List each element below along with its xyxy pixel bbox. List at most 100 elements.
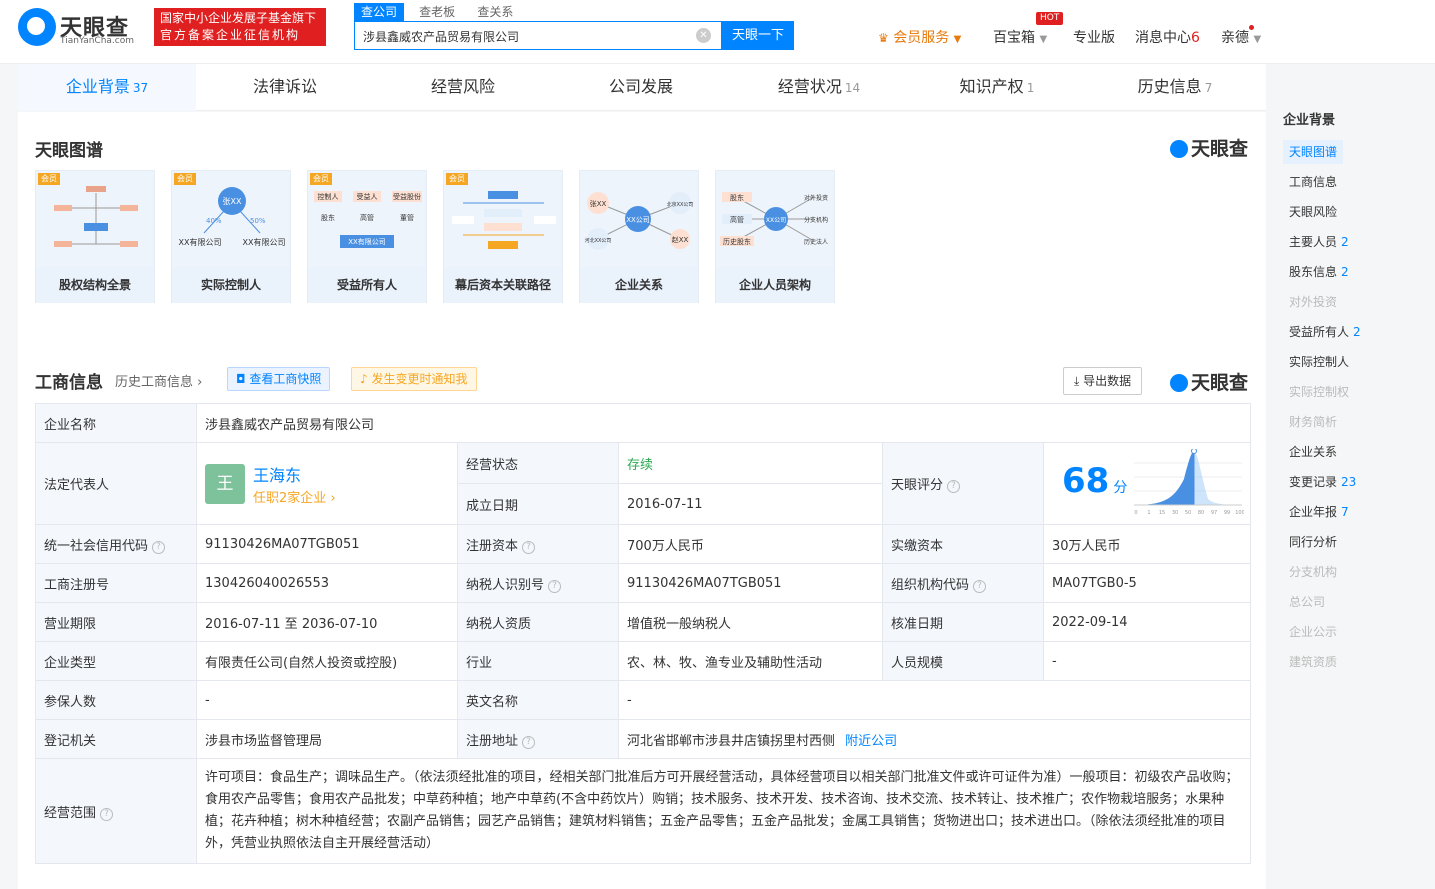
sidebar-item: 分支机构 bbox=[1283, 560, 1343, 584]
score-tick-label: 100 bbox=[1235, 510, 1244, 516]
scope-label-cell: 经营范围? bbox=[35, 758, 197, 864]
treasure-box-label: 百宝箱 bbox=[993, 30, 1035, 46]
history-biz-info-link[interactable]: 历史工商信息 › bbox=[115, 371, 202, 390]
node-label: 历史法人 bbox=[804, 238, 828, 246]
node-label: XX有限公司 bbox=[243, 237, 286, 247]
export-data-button[interactable]: ⤓ 导出数据 bbox=[1063, 367, 1143, 395]
help-icon[interactable]: ? bbox=[947, 480, 961, 493]
sidebar-item[interactable]: 股东信息 2 bbox=[1283, 260, 1355, 284]
tab-business-status[interactable]: 经营状况 14 bbox=[730, 64, 908, 111]
search-button[interactable]: 天眼一下 bbox=[722, 21, 794, 50]
score-tick-label: 1 bbox=[1147, 510, 1150, 516]
graph-card-beneficial-owner[interactable]: 控制人 受益人 受益股份 股东 高管 董管 XX有限公司 会员 受益所有人 bbox=[307, 170, 427, 303]
table-row: 法定代表人 王 王海东 任职2家企业 › 经营状态 存续 天眼评分? 68 分 0… bbox=[35, 442, 1251, 525]
tab-label: 经营风险 bbox=[430, 77, 495, 96]
help-icon[interactable]: ? bbox=[100, 807, 114, 821]
search-input[interactable]: 涉县鑫威农产品贸易有限公司 ✕ bbox=[354, 21, 722, 50]
business-scope-value: 许可项目：食品生产；调味品生产。（依法须经批准的项目，经相关部门批准后方可开展经… bbox=[196, 758, 1251, 864]
sidebar-item[interactable]: 变更记录 23 bbox=[1283, 470, 1362, 494]
vip-service-menu[interactable]: ♛ 会员服务 ▼ bbox=[878, 27, 961, 47]
tab-company-background[interactable]: 企业背景 37 bbox=[18, 64, 196, 111]
tab-company-development[interactable]: 公司发展 bbox=[552, 64, 730, 111]
biz-section-title: 工商信息 bbox=[35, 373, 103, 393]
graph-card-actual-controller[interactable]: 张XX XX有限公司 XX有限公司 40% 50% 会员 实际控制人 bbox=[171, 170, 291, 303]
field-label: 英文名称 bbox=[457, 680, 619, 720]
field-label: 企业名称 bbox=[35, 403, 197, 443]
node-label: 40% bbox=[206, 217, 222, 225]
org-code-value: MA07TGB0-5 bbox=[1043, 563, 1251, 603]
chevron-down-icon: ▼ bbox=[1039, 34, 1048, 45]
help-icon[interactable]: ? bbox=[548, 579, 562, 593]
legal-rep-positions-label: 任职2家企业 bbox=[253, 491, 327, 506]
help-icon[interactable]: ? bbox=[973, 579, 987, 593]
search-input-value[interactable]: 涉县鑫威农产品贸易有限公司 bbox=[363, 28, 519, 45]
sidebar-item[interactable]: 天眼图谱 bbox=[1283, 140, 1344, 164]
sidebar-item-count: 2 bbox=[1341, 235, 1349, 249]
graph-card-equity-structure[interactable]: 会员 股权结构全景 bbox=[35, 170, 155, 303]
sidebar-item[interactable]: 实际控制人 bbox=[1283, 350, 1355, 374]
field-label: 行业 bbox=[457, 641, 619, 681]
org-code-label-cell: 组织机构代码? bbox=[882, 563, 1044, 603]
tianyancha-logo[interactable]: 天眼查 TianYanCha.com bbox=[18, 8, 146, 48]
nearby-companies-link[interactable]: 附近公司 bbox=[845, 734, 897, 749]
pro-version-link[interactable]: 专业版 bbox=[1073, 27, 1115, 47]
crown-icon: ♛ bbox=[878, 31, 889, 45]
biz-info-table: 企业名称 涉县鑫威农产品贸易有限公司 法定代表人 王 王海东 任职2家企业 › … bbox=[35, 403, 1251, 864]
field-label: 核准日期 bbox=[882, 602, 1044, 642]
table-row: 企业类型 有限责任公司(自然人投资或控股) 行业 农、林、牧、渔专业及辅助性活动… bbox=[35, 641, 1251, 681]
field-label: 企业类型 bbox=[35, 641, 197, 681]
table-row: 经营范围? 许可项目：食品生产；调味品生产。（依法须经批准的项目，经相关部门批准… bbox=[35, 758, 1251, 864]
user-menu[interactable]: 亲德 ▼ bbox=[1221, 27, 1261, 47]
search-tab-company[interactable]: 查公司 bbox=[354, 3, 405, 21]
score-value: 68 分 bbox=[1062, 461, 1127, 501]
view-snapshot-button[interactable]: ◘ 查看工商快照 bbox=[227, 367, 331, 391]
sidebar-item[interactable]: 工商信息 bbox=[1283, 170, 1343, 194]
search-tab-boss[interactable]: 查老板 bbox=[412, 3, 462, 21]
tax-id-label-cell: 纳税人识别号? bbox=[457, 563, 619, 603]
personnel-structure-thumbnail: 股东 高管 历史股东 XX公司 对外投资 分支机构 历史法人 bbox=[720, 192, 828, 246]
tab-intellectual-property[interactable]: 知识产权 1 bbox=[908, 64, 1086, 111]
graph-card-personnel-structure[interactable]: 股东 高管 历史股东 XX公司 对外投资 分支机构 历史法人 企业人员架构 bbox=[715, 170, 835, 303]
tab-litigation[interactable]: 法律诉讼 bbox=[196, 64, 374, 111]
message-center-link[interactable]: 消息中心6 bbox=[1135, 27, 1200, 47]
legal-rep-name[interactable]: 王海东 bbox=[253, 462, 301, 486]
approve-date-value: 2022-09-14 bbox=[1043, 602, 1251, 642]
sidebar-item: 总公司 bbox=[1283, 590, 1331, 614]
tab-history[interactable]: 历史信息 7 bbox=[1086, 64, 1264, 111]
section-sidebar: 企业背景 天眼图谱 工商信息 天眼风险 主要人员 2 股东信息 2 对外投资 受益所有人 2 实际控… bbox=[1268, 64, 1435, 889]
tab-count: 7 bbox=[1204, 81, 1213, 95]
legal-rep-cell: 王 王海东 任职2家企业 › bbox=[196, 442, 458, 525]
table-row: 登记机关 涉县市场监督管理局 注册地址? 河北省邯郸市涉县井店镇拐里村西侧 附近… bbox=[35, 719, 1251, 759]
graph-card-capital-path[interactable]: 会员 幕后资本关联路径 bbox=[443, 170, 563, 303]
tax-id-value: 91130426MA07TGB051 bbox=[618, 563, 883, 603]
help-icon[interactable]: ? bbox=[522, 540, 536, 554]
sidebar-item-label: 主要人员 bbox=[1289, 235, 1338, 249]
logo-eye-icon bbox=[18, 8, 56, 46]
help-icon[interactable]: ? bbox=[522, 735, 536, 749]
capital-path-thumbnail bbox=[452, 191, 556, 249]
logo-sub: TianYanCha.com bbox=[60, 36, 135, 46]
treasure-box-menu[interactable]: 百宝箱 ▼ bbox=[993, 27, 1047, 47]
graph-card-company-relations[interactable]: 张XX XX公司 北京XX公司 河北XX公司 赵XX 企业关系 bbox=[579, 170, 699, 303]
legal-rep-positions-link[interactable]: 任职2家企业 › bbox=[253, 487, 336, 506]
sidebar-item[interactable]: 受益所有人 2 bbox=[1283, 320, 1367, 344]
sidebar-item[interactable]: 企业关系 bbox=[1283, 440, 1343, 464]
score-distribution-chart: 0 1 15 30 50 80 97 99 100 bbox=[1134, 449, 1244, 516]
score-ticks: 0 1 15 30 50 80 97 99 100 bbox=[1134, 510, 1244, 516]
sidebar-item-label: 天眼图谱 bbox=[1289, 145, 1338, 159]
sidebar-item-label: 企业关系 bbox=[1289, 445, 1338, 459]
sidebar-item[interactable]: 主要人员 2 bbox=[1283, 230, 1355, 254]
beneficial-owner-thumbnail: 控制人 受益人 受益股份 股东 高管 董管 XX有限公司 bbox=[314, 191, 422, 248]
search-tab-relation[interactable]: 查关系 bbox=[470, 3, 520, 21]
field-label: 经营范围 bbox=[44, 805, 97, 821]
help-icon[interactable]: ? bbox=[152, 540, 166, 554]
sidebar-item[interactable]: 企业年报 7 bbox=[1283, 500, 1355, 524]
notification-dot bbox=[1249, 25, 1254, 30]
sidebar-item[interactable]: 同行分析 bbox=[1283, 530, 1343, 554]
download-icon: ⤓ bbox=[1074, 374, 1080, 388]
sidebar-item[interactable]: 天眼风险 bbox=[1283, 200, 1343, 224]
node-label: 受益股份 bbox=[393, 192, 421, 201]
clear-icon[interactable]: ✕ bbox=[696, 28, 711, 43]
notify-change-button[interactable]: ♪ 发生变更时通知我 bbox=[351, 367, 477, 391]
tab-business-risk[interactable]: 经营风险 bbox=[374, 64, 552, 111]
